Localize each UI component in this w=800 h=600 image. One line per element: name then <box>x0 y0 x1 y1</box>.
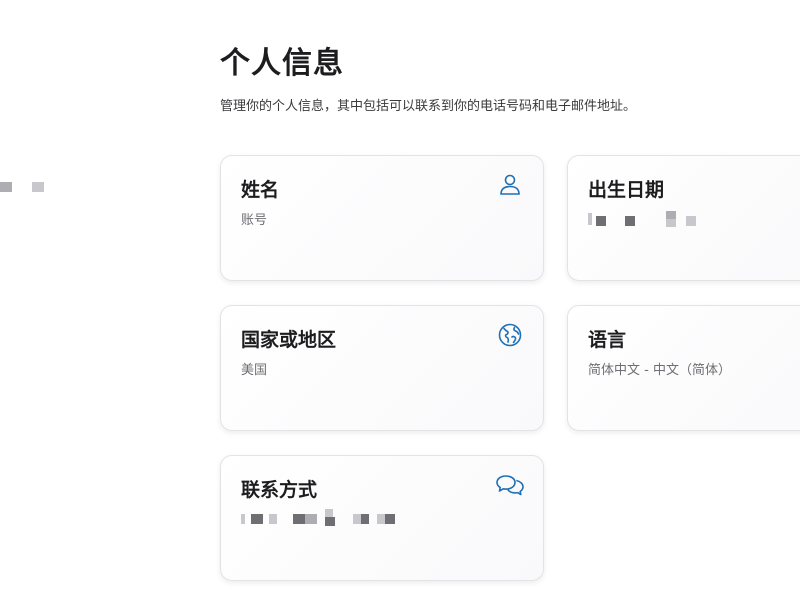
region-card[interactable]: 国家或地区 美国 <box>220 305 544 431</box>
page: 个人信息 管理你的个人信息，其中包括可以联系到你的电话号码和电子邮件地址。 姓名… <box>0 0 800 600</box>
language-card-title: 语言 <box>588 329 627 351</box>
region-card-value: 美国 <box>241 363 268 378</box>
region-card-title: 国家或地区 <box>241 329 337 351</box>
name-card[interactable]: 姓名 账号 <box>220 155 544 281</box>
chat-bubbles-icon <box>495 472 525 498</box>
name-card-value: 账号 <box>241 213 268 228</box>
name-card-title: 姓名 <box>241 179 280 201</box>
sidebar-redacted-item[interactable] <box>0 178 60 194</box>
contact-redacted-value <box>241 509 395 529</box>
page-subtitle: 管理你的个人信息，其中包括可以联系到你的电话号码和电子邮件地址。 <box>220 99 637 114</box>
sidebar <box>0 0 190 600</box>
language-card[interactable]: 语言 简体中文 - 中文（简体） <box>567 305 800 431</box>
person-icon <box>497 172 523 198</box>
birthday-card-title: 出生日期 <box>588 179 665 201</box>
globe-icon <box>497 322 523 348</box>
birthday-redacted-value <box>588 211 738 231</box>
contact-card-title: 联系方式 <box>241 479 318 501</box>
page-title: 个人信息 <box>220 46 344 81</box>
language-card-value: 简体中文 - 中文（简体） <box>588 363 731 378</box>
contact-card[interactable]: 联系方式 <box>220 455 544 581</box>
birthday-card[interactable]: 出生日期 <box>567 155 800 281</box>
